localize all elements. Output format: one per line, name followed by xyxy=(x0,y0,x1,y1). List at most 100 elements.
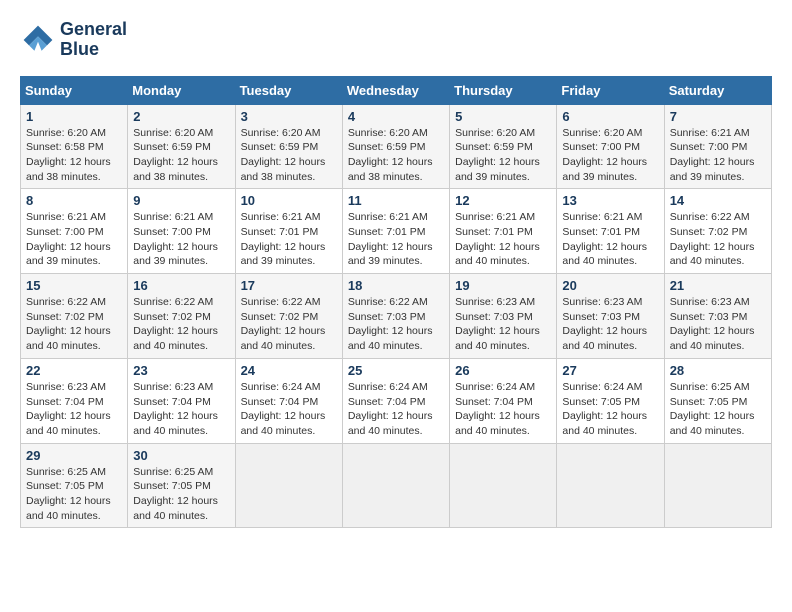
day-info: Sunrise: 6:20 AM Sunset: 7:00 PM Dayligh… xyxy=(562,126,658,185)
day-number: 16 xyxy=(133,278,229,293)
page-header: General Blue xyxy=(20,20,772,60)
day-info: Sunrise: 6:21 AM Sunset: 7:01 PM Dayligh… xyxy=(241,210,337,269)
calendar-day-cell: 25 Sunrise: 6:24 AM Sunset: 7:04 PM Dayl… xyxy=(342,358,449,443)
day-info: Sunrise: 6:22 AM Sunset: 7:02 PM Dayligh… xyxy=(133,295,229,354)
day-number: 21 xyxy=(670,278,766,293)
calendar-day-cell: 24 Sunrise: 6:24 AM Sunset: 7:04 PM Dayl… xyxy=(235,358,342,443)
day-info: Sunrise: 6:21 AM Sunset: 7:01 PM Dayligh… xyxy=(562,210,658,269)
day-info: Sunrise: 6:21 AM Sunset: 7:01 PM Dayligh… xyxy=(455,210,551,269)
calendar-day-cell: 26 Sunrise: 6:24 AM Sunset: 7:04 PM Dayl… xyxy=(450,358,557,443)
day-info: Sunrise: 6:21 AM Sunset: 7:01 PM Dayligh… xyxy=(348,210,444,269)
calendar-day-cell: 6 Sunrise: 6:20 AM Sunset: 7:00 PM Dayli… xyxy=(557,104,664,189)
calendar-day-cell: 17 Sunrise: 6:22 AM Sunset: 7:02 PM Dayl… xyxy=(235,274,342,359)
calendar-body: 1 Sunrise: 6:20 AM Sunset: 6:58 PM Dayli… xyxy=(21,104,772,528)
day-info: Sunrise: 6:24 AM Sunset: 7:04 PM Dayligh… xyxy=(348,380,444,439)
day-info: Sunrise: 6:24 AM Sunset: 7:04 PM Dayligh… xyxy=(241,380,337,439)
day-number: 25 xyxy=(348,363,444,378)
weekday-header-cell: Wednesday xyxy=(342,76,449,104)
calendar-day-cell: 18 Sunrise: 6:22 AM Sunset: 7:03 PM Dayl… xyxy=(342,274,449,359)
day-info: Sunrise: 6:25 AM Sunset: 7:05 PM Dayligh… xyxy=(26,465,122,524)
day-number: 3 xyxy=(241,109,337,124)
day-number: 14 xyxy=(670,193,766,208)
calendar-day-cell xyxy=(557,443,664,528)
day-number: 8 xyxy=(26,193,122,208)
calendar-week-row: 15 Sunrise: 6:22 AM Sunset: 7:02 PM Dayl… xyxy=(21,274,772,359)
day-number: 13 xyxy=(562,193,658,208)
calendar-week-row: 22 Sunrise: 6:23 AM Sunset: 7:04 PM Dayl… xyxy=(21,358,772,443)
day-number: 27 xyxy=(562,363,658,378)
calendar-day-cell: 23 Sunrise: 6:23 AM Sunset: 7:04 PM Dayl… xyxy=(128,358,235,443)
day-number: 20 xyxy=(562,278,658,293)
day-number: 10 xyxy=(241,193,337,208)
calendar-day-cell: 9 Sunrise: 6:21 AM Sunset: 7:00 PM Dayli… xyxy=(128,189,235,274)
calendar-day-cell: 22 Sunrise: 6:23 AM Sunset: 7:04 PM Dayl… xyxy=(21,358,128,443)
logo-icon xyxy=(20,22,56,58)
day-info: Sunrise: 6:24 AM Sunset: 7:05 PM Dayligh… xyxy=(562,380,658,439)
day-info: Sunrise: 6:22 AM Sunset: 7:02 PM Dayligh… xyxy=(26,295,122,354)
calendar-day-cell: 3 Sunrise: 6:20 AM Sunset: 6:59 PM Dayli… xyxy=(235,104,342,189)
day-info: Sunrise: 6:23 AM Sunset: 7:03 PM Dayligh… xyxy=(670,295,766,354)
calendar-day-cell: 10 Sunrise: 6:21 AM Sunset: 7:01 PM Dayl… xyxy=(235,189,342,274)
calendar-day-cell: 5 Sunrise: 6:20 AM Sunset: 6:59 PM Dayli… xyxy=(450,104,557,189)
calendar-day-cell: 14 Sunrise: 6:22 AM Sunset: 7:02 PM Dayl… xyxy=(664,189,771,274)
day-info: Sunrise: 6:21 AM Sunset: 7:00 PM Dayligh… xyxy=(26,210,122,269)
day-info: Sunrise: 6:23 AM Sunset: 7:04 PM Dayligh… xyxy=(26,380,122,439)
calendar-day-cell: 30 Sunrise: 6:25 AM Sunset: 7:05 PM Dayl… xyxy=(128,443,235,528)
day-info: Sunrise: 6:22 AM Sunset: 7:02 PM Dayligh… xyxy=(241,295,337,354)
day-info: Sunrise: 6:23 AM Sunset: 7:03 PM Dayligh… xyxy=(562,295,658,354)
day-info: Sunrise: 6:25 AM Sunset: 7:05 PM Dayligh… xyxy=(133,465,229,524)
day-number: 23 xyxy=(133,363,229,378)
day-number: 22 xyxy=(26,363,122,378)
day-number: 4 xyxy=(348,109,444,124)
calendar-day-cell: 28 Sunrise: 6:25 AM Sunset: 7:05 PM Dayl… xyxy=(664,358,771,443)
day-number: 28 xyxy=(670,363,766,378)
calendar-day-cell xyxy=(664,443,771,528)
day-number: 2 xyxy=(133,109,229,124)
weekday-header-cell: Friday xyxy=(557,76,664,104)
day-number: 12 xyxy=(455,193,551,208)
calendar-day-cell: 15 Sunrise: 6:22 AM Sunset: 7:02 PM Dayl… xyxy=(21,274,128,359)
calendar-day-cell xyxy=(235,443,342,528)
day-info: Sunrise: 6:21 AM Sunset: 7:00 PM Dayligh… xyxy=(670,126,766,185)
day-number: 1 xyxy=(26,109,122,124)
weekday-header-cell: Sunday xyxy=(21,76,128,104)
weekday-header-cell: Saturday xyxy=(664,76,771,104)
calendar-day-cell: 20 Sunrise: 6:23 AM Sunset: 7:03 PM Dayl… xyxy=(557,274,664,359)
logo-text: General Blue xyxy=(60,20,127,60)
day-info: Sunrise: 6:25 AM Sunset: 7:05 PM Dayligh… xyxy=(670,380,766,439)
calendar-week-row: 8 Sunrise: 6:21 AM Sunset: 7:00 PM Dayli… xyxy=(21,189,772,274)
calendar-week-row: 1 Sunrise: 6:20 AM Sunset: 6:58 PM Dayli… xyxy=(21,104,772,189)
day-info: Sunrise: 6:22 AM Sunset: 7:03 PM Dayligh… xyxy=(348,295,444,354)
calendar-day-cell: 16 Sunrise: 6:22 AM Sunset: 7:02 PM Dayl… xyxy=(128,274,235,359)
day-number: 6 xyxy=(562,109,658,124)
day-number: 17 xyxy=(241,278,337,293)
day-number: 9 xyxy=(133,193,229,208)
calendar-day-cell: 8 Sunrise: 6:21 AM Sunset: 7:00 PM Dayli… xyxy=(21,189,128,274)
day-number: 11 xyxy=(348,193,444,208)
day-info: Sunrise: 6:20 AM Sunset: 6:59 PM Dayligh… xyxy=(455,126,551,185)
day-info: Sunrise: 6:22 AM Sunset: 7:02 PM Dayligh… xyxy=(670,210,766,269)
day-number: 26 xyxy=(455,363,551,378)
day-info: Sunrise: 6:23 AM Sunset: 7:03 PM Dayligh… xyxy=(455,295,551,354)
day-info: Sunrise: 6:24 AM Sunset: 7:04 PM Dayligh… xyxy=(455,380,551,439)
calendar-table: SundayMondayTuesdayWednesdayThursdayFrid… xyxy=(20,76,772,529)
day-number: 5 xyxy=(455,109,551,124)
day-info: Sunrise: 6:20 AM Sunset: 6:59 PM Dayligh… xyxy=(133,126,229,185)
calendar-day-cell: 2 Sunrise: 6:20 AM Sunset: 6:59 PM Dayli… xyxy=(128,104,235,189)
day-number: 24 xyxy=(241,363,337,378)
day-number: 15 xyxy=(26,278,122,293)
calendar-day-cell xyxy=(450,443,557,528)
weekday-header-cell: Tuesday xyxy=(235,76,342,104)
calendar-day-cell: 1 Sunrise: 6:20 AM Sunset: 6:58 PM Dayli… xyxy=(21,104,128,189)
calendar-day-cell: 12 Sunrise: 6:21 AM Sunset: 7:01 PM Dayl… xyxy=(450,189,557,274)
calendar-day-cell xyxy=(342,443,449,528)
calendar-day-cell: 7 Sunrise: 6:21 AM Sunset: 7:00 PM Dayli… xyxy=(664,104,771,189)
day-number: 7 xyxy=(670,109,766,124)
calendar-day-cell: 27 Sunrise: 6:24 AM Sunset: 7:05 PM Dayl… xyxy=(557,358,664,443)
calendar-day-cell: 4 Sunrise: 6:20 AM Sunset: 6:59 PM Dayli… xyxy=(342,104,449,189)
day-info: Sunrise: 6:20 AM Sunset: 6:59 PM Dayligh… xyxy=(348,126,444,185)
day-info: Sunrise: 6:21 AM Sunset: 7:00 PM Dayligh… xyxy=(133,210,229,269)
day-number: 30 xyxy=(133,448,229,463)
day-info: Sunrise: 6:20 AM Sunset: 6:58 PM Dayligh… xyxy=(26,126,122,185)
day-number: 18 xyxy=(348,278,444,293)
